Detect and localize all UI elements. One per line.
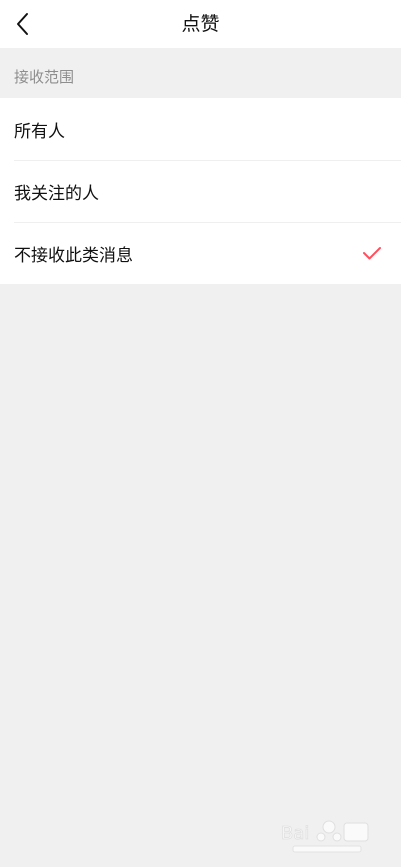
page-title: 点赞 <box>181 13 220 35</box>
chevron-left-icon <box>17 13 28 35</box>
checkmark-icon <box>361 242 383 264</box>
option-label: 所有人 <box>14 121 65 142</box>
option-label: 不接收此类消息 <box>14 245 133 266</box>
scope-options-list: 所有人 我关注的人 不接收此类消息 <box>0 98 401 284</box>
top-bar: 点赞 <box>0 0 401 48</box>
option-everyone[interactable]: 所有人 <box>0 98 401 160</box>
svg-text:Bai: Bai <box>281 823 309 844</box>
back-button[interactable] <box>8 8 38 40</box>
section-title: 接收范围 <box>14 68 75 86</box>
option-label: 我关注的人 <box>14 183 99 204</box>
watermark-logo: Bai <box>281 820 369 853</box>
option-do-not-receive[interactable]: 不接收此类消息 <box>0 222 401 284</box>
option-following[interactable]: 我关注的人 <box>0 160 401 222</box>
